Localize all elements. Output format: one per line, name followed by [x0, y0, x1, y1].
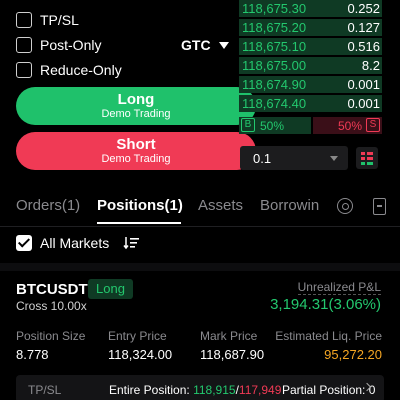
all-markets-label: All Markets [40, 234, 110, 251]
mark-price-value: 118,687.90 [200, 347, 265, 362]
position-size-label: Position Size [16, 329, 86, 343]
unrealized-pnl-label[interactable]: Unrealized P&L [297, 280, 381, 295]
entry-price-value: 118,324.00 [108, 347, 173, 362]
settings-icon[interactable] [337, 198, 353, 214]
long-button-label: Long [117, 91, 155, 108]
liquidation-price-label: Estimated Liq. Price [275, 329, 382, 343]
bid-quantity: 0.516 [347, 39, 380, 54]
entire-position-label: Entire Position: [109, 383, 190, 397]
order-book-row[interactable]: 118,675.10 0.516 [239, 38, 382, 55]
depth-precision-select[interactable]: 0.1 [240, 146, 348, 170]
bid-quantity: 0.127 [347, 20, 380, 35]
order-book-row[interactable]: 118,675.00 8.2 [239, 57, 382, 74]
order-book-layout-icon[interactable] [356, 147, 378, 169]
document-icon[interactable] [373, 198, 386, 215]
divider [0, 226, 400, 227]
entry-price-label: Entry Price [108, 329, 167, 343]
reduce-only-label: Reduce-Only [40, 62, 122, 78]
buy-percent: 50% [260, 119, 285, 133]
all-markets-checkbox[interactable] [16, 234, 32, 251]
order-book-row[interactable]: 118,675.20 0.127 [239, 19, 382, 36]
sell-ratio: 50% S [313, 117, 382, 134]
take-profit-price: 118,915 [193, 383, 236, 397]
all-markets-filter[interactable]: All Markets [16, 234, 109, 251]
position-symbol[interactable]: BTCUSDT [16, 281, 88, 298]
tpsl-checkbox[interactable] [16, 12, 32, 28]
position-size-value: 8.778 [16, 347, 49, 362]
short-button[interactable]: Short Demo Trading [16, 132, 256, 170]
bid-price: 118,675.30 [242, 1, 307, 16]
depth-precision-value: 0.1 [253, 151, 272, 166]
mark-price-label: Mark Price [200, 329, 258, 343]
bid-price: 118,675.00 [242, 58, 307, 73]
time-in-force-dropdown[interactable]: GTC [181, 36, 229, 54]
position-margin-mode: Cross 10.00x [16, 299, 87, 313]
caret-down-icon [218, 41, 229, 49]
sell-badge: S [366, 118, 380, 132]
bid-quantity: 0.001 [347, 77, 380, 92]
tpsl-option-label: TP/SL [40, 12, 79, 28]
tab-positions[interactable]: Positions(1) [97, 197, 183, 214]
entire-position-tpsl: Entire Position: 118,915/117,949 [109, 383, 281, 397]
long-button[interactable]: Long Demo Trading [16, 87, 256, 125]
bid-quantity: 0.001 [347, 96, 380, 111]
order-book-row[interactable]: 118,674.40 0.001 [239, 95, 382, 112]
section-separator [0, 263, 400, 271]
sort-icon[interactable] [123, 236, 139, 250]
position-side-badge: Long [88, 279, 133, 299]
reduce-only-option[interactable]: Reduce-Only [16, 61, 122, 79]
post-only-label: Post-Only [40, 37, 102, 53]
caret-down-icon [330, 156, 338, 161]
bid-price: 118,675.10 [242, 39, 307, 54]
order-book-row[interactable]: 118,675.30 0.252 [239, 0, 382, 17]
partial-position-label: Partial Position: 0 [282, 383, 376, 397]
bid-price: 118,675.20 [242, 20, 307, 35]
unrealized-pnl-value: 3,194.31(3.06%) [270, 296, 381, 313]
post-only-option[interactable]: Post-Only [16, 36, 101, 54]
short-button-sublabel: Demo Trading [101, 153, 171, 165]
tpsl-label: TP/SL [28, 383, 62, 397]
reduce-only-checkbox[interactable] [16, 62, 32, 78]
buy-sell-ratio: B 50% 50% S [239, 117, 382, 134]
post-only-checkbox[interactable] [16, 37, 32, 53]
order-book-row[interactable]: 118,674.90 0.001 [239, 76, 382, 93]
time-in-force-value: GTC [181, 37, 211, 53]
tpsl-summary-bar[interactable]: TP/SL Entire Position: 118,915/117,949 P… [16, 375, 384, 400]
long-button-sublabel: Demo Trading [101, 108, 171, 120]
tab-borrowing[interactable]: Borrowin [260, 197, 319, 214]
tpsl-option[interactable]: TP/SL [16, 11, 79, 29]
bid-price: 118,674.90 [242, 77, 307, 92]
short-button-label: Short [116, 136, 156, 153]
tab-orders[interactable]: Orders(1) [16, 197, 80, 214]
buy-badge: B [241, 118, 255, 132]
bid-quantity: 0.252 [347, 1, 380, 16]
sell-percent: 50% [337, 119, 362, 133]
liquidation-price-value: 95,272.20 [324, 347, 382, 362]
tab-assets[interactable]: Assets [198, 197, 243, 214]
buy-ratio: B 50% [239, 117, 311, 134]
bid-quantity: 8.2 [361, 58, 380, 73]
bid-price: 118,674.40 [242, 96, 307, 111]
stop-loss-price: 117,949 [238, 383, 282, 397]
active-tab-indicator [97, 222, 181, 224]
